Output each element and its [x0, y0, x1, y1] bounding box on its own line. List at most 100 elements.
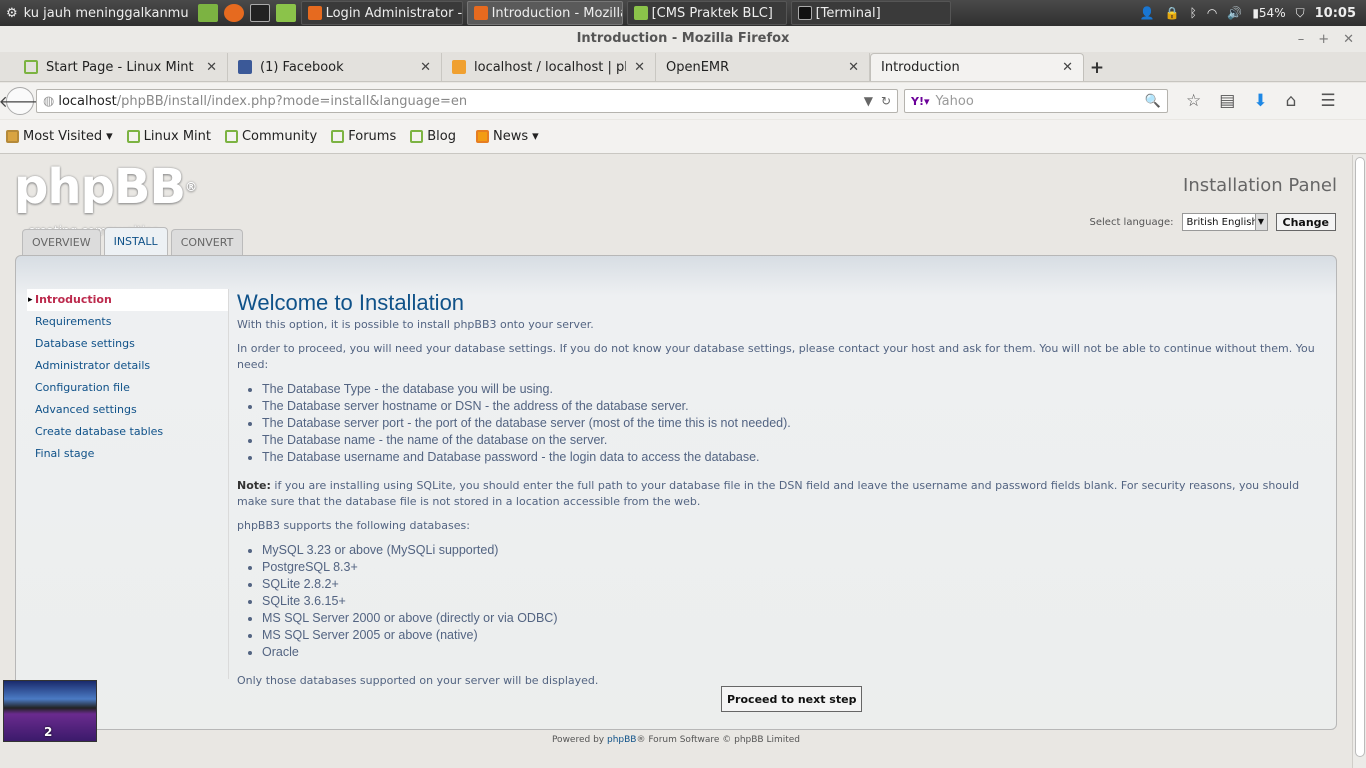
tab-convert[interactable]: CONVERT [170, 229, 244, 255]
step-configuration-file[interactable]: Configuration file [27, 377, 228, 399]
yahoo-icon[interactable]: Y!▾ [911, 95, 930, 108]
maximize-icon[interactable]: + [1318, 32, 1329, 47]
tab-overview[interactable]: OVERVIEW [22, 229, 101, 255]
back-button[interactable]: 🡐 [0, 87, 41, 115]
list-item: The Database Type - the database you wil… [262, 381, 1317, 398]
window-thumbnail[interactable]: 2 [3, 680, 97, 742]
menu-button[interactable]: ⚙ ku jauh meninggalkanmu [0, 0, 195, 26]
tab-strip: Start Page - Linux Mint ✕ (1) Facebook ✕ l… [0, 52, 1366, 82]
install-panel: Introduction Requirements Database setti… [15, 255, 1337, 730]
new-tab-button[interactable]: + [1084, 55, 1110, 81]
tab-close-icon[interactable]: ✕ [848, 60, 859, 75]
task-cms-praktek[interactable]: [CMS Praktek BLC] [626, 1, 787, 25]
minimize-icon[interactable]: – [1298, 32, 1305, 47]
tab-openemr[interactable]: OpenEMR ✕ [656, 53, 870, 81]
proceed-button[interactable]: Proceed to next step [721, 686, 863, 712]
files-launcher-icon[interactable] [197, 4, 218, 22]
bookmark-blog[interactable]: Blog [410, 129, 456, 144]
footer: Powered by phpBB® Forum Software © phpBB… [551, 735, 801, 745]
rss-icon [475, 130, 489, 143]
plus-icon: + [1089, 58, 1105, 78]
star-icon[interactable]: ☆ [1186, 91, 1201, 111]
task-login-admin[interactable]: Login Administrator -... [300, 1, 463, 25]
list-item: The Database server hostname or DSN - th… [262, 398, 1317, 415]
folder-launcher-icon[interactable] [275, 4, 296, 22]
step-final-stage[interactable]: Final stage [27, 443, 228, 465]
window-title: Introduction - Mozilla Firefox [0, 26, 1366, 52]
language-select[interactable]: British English ▼ [1181, 213, 1268, 231]
bluetooth-icon[interactable]: ᛒ [1190, 6, 1197, 20]
firefox-icon [307, 6, 322, 20]
scrollbar[interactable] [1352, 155, 1366, 768]
top-panel: ⚙ ku jauh meninggalkanmu Login Administr… [0, 0, 1366, 26]
reload-icon[interactable]: ↻ [881, 94, 891, 108]
battery-indicator[interactable]: ▮54% [1252, 6, 1285, 20]
gear-icon: ⚙ [6, 5, 18, 21]
wifi-icon[interactable]: ◠ [1207, 6, 1217, 20]
search-icon[interactable]: 🔍 [1145, 94, 1161, 109]
menu-icon[interactable]: ☰ [1320, 91, 1335, 111]
close-icon[interactable]: ✕ [1343, 32, 1354, 47]
phpbb-logo[interactable]: phpBB®creating communities [14, 163, 197, 238]
tab-close-icon[interactable]: ✕ [634, 60, 645, 75]
step-create-database-tables[interactable]: Create database tables [27, 421, 228, 443]
tab-phpmyadmin[interactable]: localhost / localhost | ph...✕ [442, 53, 656, 81]
install-steps-menu: Introduction Requirements Database setti… [27, 289, 228, 465]
firefox-launcher-icon[interactable] [223, 4, 244, 22]
list-item: MS SQL Server 2005 or above (native) [262, 627, 1317, 644]
tab-facebook[interactable]: (1) Facebook ✕ [228, 53, 442, 81]
step-administrator-details[interactable]: Administrator details [27, 355, 228, 377]
shield-icon[interactable]: ⛉ [1296, 6, 1305, 21]
url-dropdown-icon[interactable]: ▼ [864, 94, 873, 108]
tab-close-icon[interactable]: ✕ [1062, 60, 1073, 75]
bookmark-linux-mint[interactable]: Linux Mint [126, 129, 211, 144]
home-icon[interactable]: ⌂ [1286, 91, 1297, 111]
tab-introduction[interactable]: Introduction ✕ [870, 53, 1084, 81]
bookmarks-toolbar: Most Visited ▾ Linux Mint Community Forum… [0, 120, 1366, 154]
tab-start-page[interactable]: Start Page - Linux Mint ✕ [14, 53, 228, 81]
linux-mint-icon [126, 130, 140, 143]
list-item: PostgreSQL 8.3+ [262, 559, 1317, 576]
bookmark-news[interactable]: News ▾ [475, 129, 539, 144]
list-item: The Database server port - the port of t… [262, 415, 1317, 432]
linux-mint-icon [24, 60, 38, 74]
step-advanced-settings[interactable]: Advanced settings [27, 399, 228, 421]
list-item: The Database username and Database passw… [262, 449, 1317, 466]
requirements-text: In order to proceed, you will need your … [237, 342, 1315, 371]
terminal-launcher-icon[interactable] [249, 4, 270, 22]
system-tray: 👤 🔒 ᛒ ◠ 🔊 ▮54% ⛉ 10:05 [1140, 6, 1366, 21]
volume-icon[interactable]: 🔊 [1227, 6, 1242, 20]
task-terminal[interactable]: [Terminal] [790, 1, 951, 25]
clipboard-icon[interactable]: ▤ [1219, 91, 1235, 111]
bookmark-forums[interactable]: Forums [331, 129, 396, 144]
bookmark-most-visited[interactable]: Most Visited ▾ [6, 129, 113, 144]
change-button[interactable]: Change [1275, 213, 1336, 231]
content-heading: Welcome to Installation [237, 290, 465, 315]
url-bar[interactable]: ◍ localhost/phpBB/install/index.php?mode… [36, 89, 898, 113]
step-database-settings[interactable]: Database settings [27, 333, 228, 355]
chevron-down-icon: ▼ [1254, 214, 1267, 230]
menu-label: ku jauh meninggalkanmu [23, 5, 189, 21]
tab-close-icon[interactable]: ✕ [206, 60, 217, 75]
scrollbar-thumb[interactable] [1355, 157, 1365, 757]
folder-icon [633, 6, 648, 20]
list-item: SQLite 2.8.2+ [262, 576, 1317, 593]
language-label: Select language: [1089, 216, 1174, 228]
phpmyadmin-icon [452, 60, 466, 74]
search-bar[interactable]: Y!▾ Yahoo 🔍 [904, 89, 1168, 113]
step-requirements[interactable]: Requirements [27, 311, 228, 333]
chevron-down-icon: ▾ [532, 129, 539, 144]
facebook-icon [238, 60, 252, 74]
step-introduction[interactable]: Introduction [27, 289, 228, 311]
menu-divider [228, 289, 229, 679]
bookmark-community[interactable]: Community [224, 129, 317, 144]
task-introduction[interactable]: Introduction - Mozilla... [466, 1, 623, 25]
tab-close-icon[interactable]: ✕ [420, 60, 431, 75]
user-icon[interactable]: 👤 [1140, 6, 1155, 20]
chevron-down-icon: ▾ [106, 129, 113, 144]
tab-install[interactable]: INSTALL [103, 227, 168, 255]
clock[interactable]: 10:05 [1315, 6, 1356, 21]
phpbb-link[interactable]: phpBB [607, 735, 636, 745]
lock-icon[interactable]: 🔒 [1165, 6, 1180, 20]
download-icon[interactable]: ⬇ [1253, 91, 1267, 111]
